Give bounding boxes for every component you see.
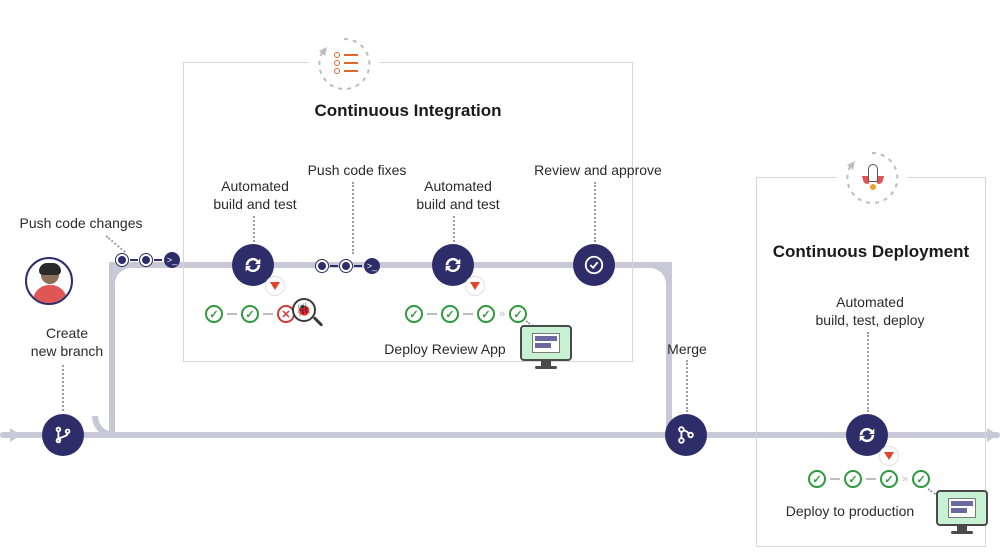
build-test-2-label: Automated build and test: [408, 178, 508, 213]
gitlab-badge-icon: [265, 276, 285, 296]
dotted-connector: [352, 182, 354, 254]
status-pass-icon: ✓: [880, 470, 898, 488]
git-merge-icon: [675, 424, 697, 446]
status-pass-icon: ✓: [844, 470, 862, 488]
status-pass-icon: ✓: [441, 305, 459, 323]
deploy-review-app-label: Deploy Review App: [375, 341, 515, 359]
cicd-diagram: Continuous Integration Continuous Deploy…: [0, 0, 1000, 554]
ci-phase-icon: [308, 28, 380, 100]
dotted-connector: [253, 216, 255, 242]
dotted-connector: [62, 365, 64, 411]
create-branch-label: Create new branch: [22, 325, 112, 360]
status-row-2: ✓ ✓ ✓ » ✓: [405, 305, 527, 323]
check-circle-icon: [583, 254, 605, 276]
commit-chain-icon: >_: [116, 252, 180, 268]
cd-title: Continuous Deployment: [757, 242, 985, 262]
checklist-icon: [334, 50, 358, 76]
dotted-connector: [594, 182, 596, 242]
git-branch-icon: [52, 424, 74, 446]
status-pass-icon: ✓: [205, 305, 223, 323]
merge-label: Merge: [662, 341, 712, 359]
status-pass-icon: ✓: [509, 305, 527, 323]
dotted-connector: [686, 360, 688, 412]
status-pass-icon: ✓: [241, 305, 259, 323]
production-monitor-icon: [936, 490, 988, 536]
status-pass-icon: ✓: [912, 470, 930, 488]
status-pass-icon: ✓: [477, 305, 495, 323]
review-approve-node: [573, 244, 615, 286]
push-fixes-label: Push code fixes: [297, 162, 417, 180]
build-test-deploy-label: Automated build, test, deploy: [800, 294, 940, 329]
cycle-icon: [242, 254, 264, 276]
cycle-icon: [442, 254, 464, 276]
build-test-1-label: Automated build and test: [205, 178, 305, 213]
review-app-monitor-icon: [520, 325, 572, 371]
status-pass-icon: ✓: [808, 470, 826, 488]
dotted-connector: [453, 216, 455, 242]
status-row-3: ✓ ✓ ✓ » ✓: [808, 470, 930, 488]
dotted-connector: [105, 235, 125, 253]
cycle-icon: [856, 424, 878, 446]
branch-node: [42, 414, 84, 456]
cd-phase-icon: [836, 142, 908, 214]
ci-title: Continuous Integration: [184, 101, 632, 121]
merge-node: [665, 414, 707, 456]
flow-arrow-start-icon: [10, 428, 21, 442]
developer-avatar-icon: [25, 257, 73, 305]
bug-magnifier-icon: 🐞: [292, 298, 322, 328]
deploy-production-label: Deploy to production: [770, 503, 930, 521]
status-pass-icon: ✓: [405, 305, 423, 323]
flow-arrow-end-icon: [987, 428, 998, 442]
review-approve-label: Review and approve: [528, 162, 668, 180]
status-row-1: ✓ ✓ ✕: [205, 305, 295, 323]
commit-chain-icon: >_: [316, 258, 380, 274]
gitlab-badge-icon: [879, 446, 899, 466]
push-changes-label: Push code changes: [16, 215, 146, 233]
rocket-icon: [862, 164, 884, 190]
gitlab-badge-icon: [465, 276, 485, 296]
dotted-connector: [867, 332, 869, 412]
